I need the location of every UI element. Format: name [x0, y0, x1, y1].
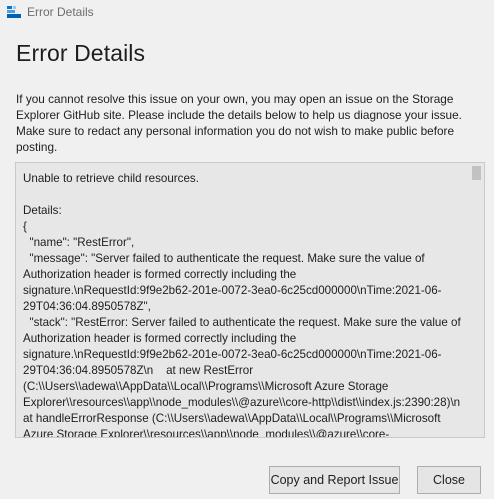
error-details-window: Error Details Error Details If you canno… [0, 0, 494, 499]
scrollbar-thumb[interactable] [472, 166, 481, 180]
dialog-heading: Error Details [16, 40, 146, 66]
storage-explorer-icon [7, 6, 21, 18]
window-title: Error Details [27, 5, 94, 19]
error-details-content: Unable to retrieve child resources. Deta… [23, 172, 461, 438]
vertical-scrollbar[interactable] [468, 163, 484, 437]
error-details-textbox[interactable]: Unable to retrieve child resources. Deta… [15, 162, 485, 438]
copy-and-report-issue-button[interactable]: Copy and Report Issue [269, 466, 400, 494]
title-bar[interactable]: Error Details [0, 0, 494, 28]
close-button[interactable]: Close [417, 466, 481, 494]
intro-text: If you cannot resolve this issue on your… [16, 92, 462, 154]
